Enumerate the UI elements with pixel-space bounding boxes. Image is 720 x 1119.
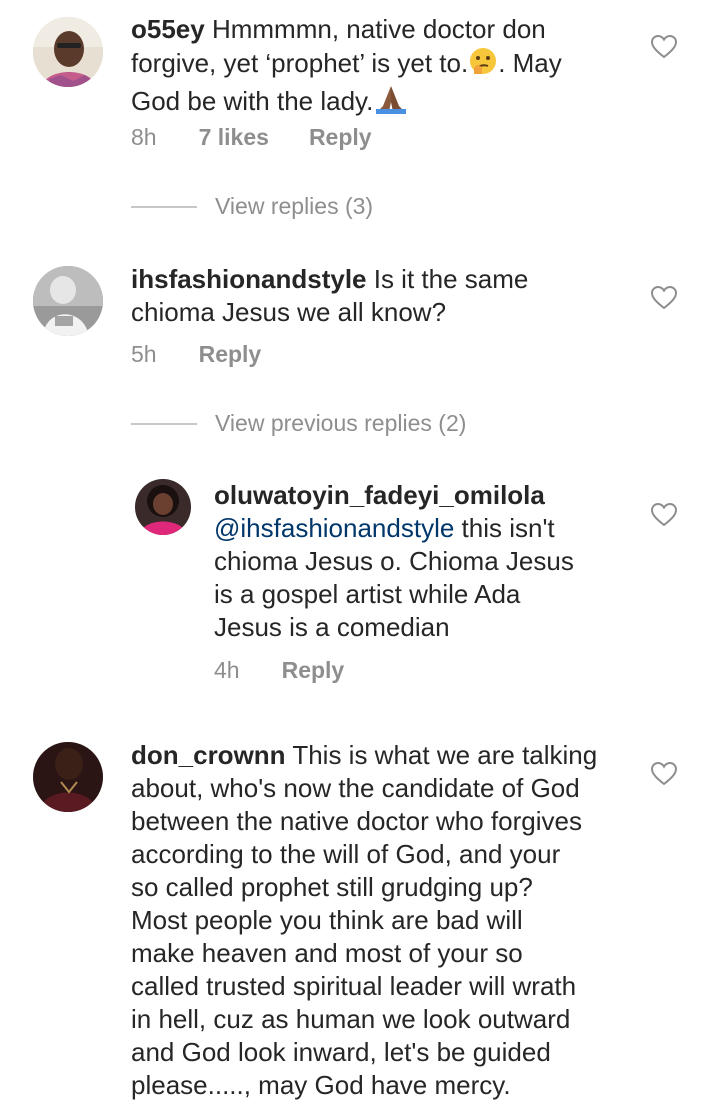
comment-text-line: so called prophet still grudging up?	[131, 872, 533, 902]
comment-text-line: God be with the lady.	[131, 85, 374, 116]
comment-text-line: about, who's now the candidate of God	[131, 773, 580, 803]
comment-time: 4h	[214, 657, 240, 683]
mention-link[interactable]: @ihsfashionandstyle	[214, 513, 454, 543]
comment-username[interactable]: ihsfashionandstyle	[131, 264, 367, 294]
comment-text-line: This is what we are talking	[292, 740, 598, 770]
comment-text: don_crownn This is what we are talking a…	[131, 739, 631, 1102]
comment-text-line: Most people you think are bad will	[131, 905, 523, 935]
divider	[131, 205, 197, 208]
comment-text: o55ey Hmmmmn, native doctor don forgive,…	[131, 13, 631, 122]
likes-count[interactable]: 7 likes	[199, 124, 269, 151]
comment-meta: 5h Reply	[131, 341, 301, 368]
comment-text-line: is a gospel artist while Ada	[214, 579, 521, 609]
reply-button[interactable]: Reply	[309, 124, 372, 151]
avatar[interactable]	[135, 479, 191, 535]
comment-text-line: this isn't	[461, 513, 555, 543]
comment-text: ihsfashionandstyle Is it the same chioma…	[131, 263, 631, 329]
comment-text-line: please....., may God have mercy.	[131, 1070, 511, 1100]
avatar[interactable]	[33, 742, 103, 812]
avatar[interactable]	[33, 17, 103, 87]
comment-time: 8h	[131, 124, 157, 150]
thinking-face-emoji	[468, 46, 498, 84]
comment-username[interactable]: o55ey	[131, 14, 205, 44]
heart-outline-icon[interactable]	[650, 761, 678, 786]
comment-text-line: chioma Jesus o. Chioma Jesus	[214, 546, 574, 576]
comment-text-line: chioma Jesus we all know?	[131, 297, 447, 327]
comment-text-line: according to the will of God, and your	[131, 839, 561, 869]
view-replies-label: View previous replies (2)	[215, 410, 467, 436]
avatar[interactable]	[33, 266, 103, 336]
divider	[131, 422, 197, 425]
comment-text-line: in hell, cuz as human we look outward	[131, 1004, 571, 1034]
heart-outline-icon[interactable]	[650, 502, 678, 527]
comment-text-line: and God look inward, let's be guided	[131, 1037, 551, 1067]
comment-text-line: between the native doctor who forgives	[131, 806, 582, 836]
reply-button[interactable]: Reply	[199, 341, 262, 368]
comment-time: 5h	[131, 341, 157, 367]
view-replies-button[interactable]: View replies (3)	[131, 193, 373, 220]
comment-text-line: Hmmmmn, native doctor don	[211, 14, 546, 44]
comment-text-line: forgive, yet ‘prophet’ is yet to.	[131, 47, 469, 78]
comment-username[interactable]: oluwatoyin_fadeyi_omilola	[214, 480, 545, 510]
comment-text-line: Jesus is a comedian	[214, 612, 450, 642]
comment-text-line: . May	[498, 47, 562, 78]
heart-outline-icon[interactable]	[650, 285, 678, 310]
view-replies-label: View replies (3)	[215, 193, 374, 219]
comment-meta: 4h Reply	[214, 657, 384, 684]
folded-hands-emoji	[373, 84, 409, 122]
reply-button[interactable]: Reply	[282, 657, 345, 684]
comment-text-line: called trusted spiritual leader will wra…	[131, 971, 577, 1001]
comment-text: oluwatoyin_fadeyi_omilola @ihsfashionand…	[214, 479, 634, 644]
heart-outline-icon[interactable]	[650, 34, 678, 59]
comment-meta: 8h 7 likes Reply	[131, 124, 412, 151]
comment-text-line: Is it the same	[373, 264, 529, 294]
comment-username[interactable]: don_crownn	[131, 740, 286, 770]
comment-text-line: make heaven and most of your so	[131, 938, 523, 968]
view-previous-replies-button[interactable]: View previous replies (2)	[131, 410, 466, 437]
